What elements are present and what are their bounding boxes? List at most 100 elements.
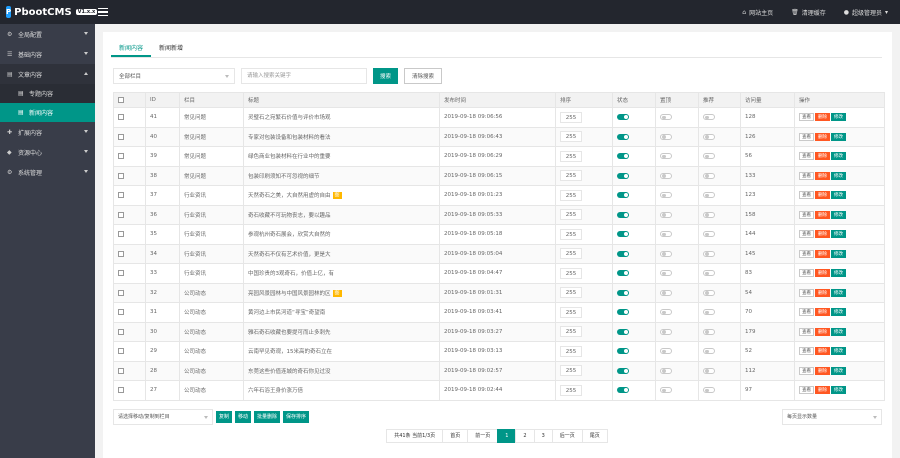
status-toggle[interactable]	[617, 250, 629, 257]
sort-input[interactable]: 255	[560, 150, 582, 162]
edit-button[interactable]: 修改	[831, 308, 846, 317]
delete-button[interactable]: 删除	[815, 113, 830, 122]
top-toggle[interactable]	[660, 309, 672, 315]
menu-toggle-icon[interactable]	[98, 7, 108, 17]
sidebar-item-extended-content[interactable]: ✚ 扩展内容	[0, 122, 95, 142]
row-checkbox[interactable]	[118, 309, 124, 315]
view-button[interactable]: 查看	[799, 327, 814, 336]
row-checkbox[interactable]	[118, 231, 124, 237]
row-checkbox[interactable]	[118, 270, 124, 276]
tab-news-list[interactable]: 新闻内容	[111, 40, 152, 57]
sort-input[interactable]: 255	[560, 189, 582, 201]
row-checkbox[interactable]	[118, 211, 124, 218]
edit-button[interactable]: 修改	[831, 171, 846, 180]
logo[interactable]: P PbootCMS V1.x.x	[0, 0, 98, 24]
recommend-toggle[interactable]	[703, 250, 715, 257]
first-page-button[interactable]: 首页	[442, 428, 469, 443]
view-button[interactable]: 查看	[799, 347, 814, 356]
recommend-toggle[interactable]	[703, 211, 715, 218]
view-button[interactable]: 查看	[799, 269, 814, 278]
view-button[interactable]: 查看	[799, 113, 814, 122]
row-select-cell[interactable]	[113, 224, 146, 245]
sidebar-item-resource-center[interactable]: ◆ 资源中心	[0, 142, 95, 162]
user-menu[interactable]: ● 超级管理员 ▾	[844, 8, 888, 17]
delete-button[interactable]: 删除	[815, 347, 830, 356]
top-toggle[interactable]	[660, 367, 672, 374]
top-toggle[interactable]	[660, 172, 672, 179]
status-toggle[interactable]	[617, 192, 629, 198]
row-select-cell[interactable]	[113, 107, 146, 128]
status-toggle[interactable]	[617, 133, 629, 140]
recommend-toggle[interactable]	[703, 133, 715, 140]
edit-button[interactable]: 修改	[831, 347, 846, 356]
delete-button[interactable]: 删除	[815, 210, 830, 219]
sidebar-item-global-config[interactable]: ⚙ 全局配置	[0, 24, 95, 44]
status-toggle[interactable]	[617, 289, 629, 296]
recommend-toggle[interactable]	[703, 153, 715, 159]
view-button[interactable]: 查看	[799, 386, 814, 395]
view-button[interactable]: 查看	[799, 132, 814, 141]
search-input[interactable]	[241, 67, 367, 84]
status-toggle[interactable]	[617, 114, 629, 120]
sort-input[interactable]: 255	[560, 170, 582, 182]
home-link[interactable]: ⌂ 网站主页	[742, 8, 773, 17]
view-button[interactable]: 查看	[799, 230, 814, 239]
edit-button[interactable]: 修改	[831, 366, 846, 375]
delete-button[interactable]: 删除	[815, 288, 830, 297]
status-toggle[interactable]	[617, 270, 629, 276]
top-toggle[interactable]	[660, 328, 672, 335]
select-all-cell[interactable]	[113, 92, 146, 108]
top-toggle[interactable]	[660, 231, 672, 237]
row-select-cell[interactable]	[113, 380, 146, 401]
recommend-toggle[interactable]	[703, 270, 715, 276]
edit-button[interactable]: 修改	[831, 288, 846, 297]
move-target-select[interactable]: 请选择移动/复制到栏目	[113, 408, 213, 425]
recommend-toggle[interactable]	[703, 328, 715, 335]
sort-input[interactable]: 255	[560, 111, 582, 123]
edit-button[interactable]: 修改	[831, 386, 846, 395]
recommend-toggle[interactable]	[703, 231, 715, 237]
edit-button[interactable]: 修改	[831, 210, 846, 219]
recommend-toggle[interactable]	[703, 289, 715, 296]
row-checkbox[interactable]	[118, 367, 124, 374]
category-select[interactable]: 全部栏目	[113, 67, 235, 84]
row-checkbox[interactable]	[118, 114, 124, 120]
view-button[interactable]: 查看	[799, 288, 814, 297]
delete-button[interactable]: 删除	[815, 132, 830, 141]
top-toggle[interactable]	[660, 289, 672, 296]
recommend-toggle[interactable]	[703, 367, 715, 374]
sort-input[interactable]: 255	[560, 228, 582, 240]
recommend-toggle[interactable]	[703, 387, 715, 393]
sort-input[interactable]: 255	[560, 384, 582, 396]
page-button-2[interactable]: 2	[515, 428, 535, 443]
edit-button[interactable]: 修改	[831, 249, 846, 258]
recommend-toggle[interactable]	[703, 192, 715, 198]
row-select-cell[interactable]	[113, 321, 146, 342]
sidebar-subitem-topic-content[interactable]: ▤ 专题内容	[0, 84, 95, 103]
clear-cache-link[interactable]: 🗑 清理缓存	[791, 8, 826, 17]
edit-button[interactable]: 修改	[831, 113, 846, 122]
row-checkbox[interactable]	[118, 328, 124, 335]
row-checkbox[interactable]	[118, 387, 124, 393]
delete-button[interactable]: 删除	[815, 230, 830, 239]
sort-input[interactable]: 255	[560, 345, 582, 357]
row-select-cell[interactable]	[113, 263, 146, 284]
sidebar-item-system-management[interactable]: ⚙ 系统管理	[0, 162, 95, 182]
sort-input[interactable]: 255	[560, 326, 582, 338]
row-checkbox[interactable]	[118, 289, 124, 296]
top-toggle[interactable]	[660, 348, 672, 354]
view-button[interactable]: 查看	[799, 191, 814, 200]
delete-button[interactable]: 删除	[815, 269, 830, 278]
row-checkbox[interactable]	[118, 348, 124, 354]
sidebar-subitem-news-content[interactable]: ▤ 新闻内容	[0, 103, 95, 122]
sidebar-item-basic-content[interactable]: ☰ 基础内容	[0, 44, 95, 64]
status-toggle[interactable]	[617, 153, 629, 159]
row-select-cell[interactable]	[113, 282, 146, 303]
move-button[interactable]: 移动	[235, 410, 252, 423]
top-toggle[interactable]	[660, 211, 672, 218]
top-toggle[interactable]	[660, 133, 672, 140]
top-toggle[interactable]	[660, 270, 672, 276]
top-toggle[interactable]	[660, 192, 672, 198]
page-button-1[interactable]: 1	[497, 428, 517, 443]
status-toggle[interactable]	[617, 387, 629, 393]
